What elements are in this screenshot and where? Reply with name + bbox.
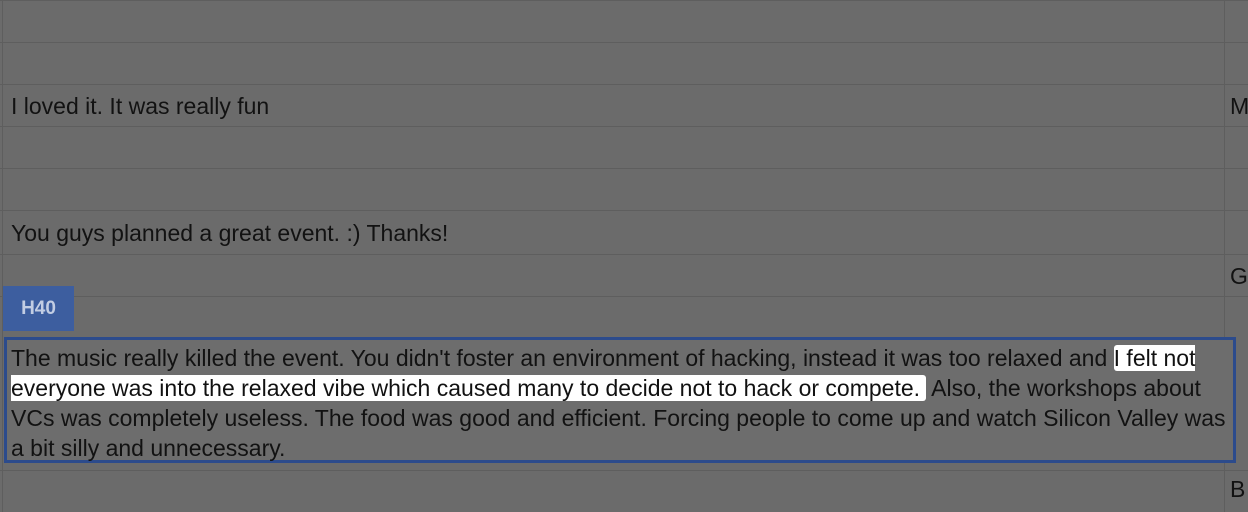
- row-divider: [0, 0, 1248, 1]
- cell-response-great-event[interactable]: You guys planned a great event. :) Thank…: [11, 220, 448, 247]
- row-divider: [0, 254, 1248, 255]
- column-divider: [2, 0, 3, 512]
- row-divider: [0, 168, 1248, 169]
- row-divider: [0, 126, 1248, 127]
- row-divider: [0, 296, 1248, 297]
- row-divider: [0, 470, 1248, 471]
- cell-response-loved-it[interactable]: I loved it. It was really fun: [11, 93, 269, 120]
- row-divider: [0, 210, 1248, 211]
- active-cell-text-before: The music really killed the event. You d…: [11, 345, 1114, 371]
- row-divider: [0, 84, 1248, 85]
- row-divider: [0, 42, 1248, 43]
- cell-next-column-partial[interactable]: G: [1230, 263, 1248, 290]
- cell-next-column-partial[interactable]: B: [1230, 476, 1245, 503]
- active-cell-name-tag: H40: [3, 286, 74, 331]
- cell-next-column-partial[interactable]: M: [1230, 93, 1248, 120]
- active-cell-text: The music really killed the event. You d…: [11, 343, 1239, 463]
